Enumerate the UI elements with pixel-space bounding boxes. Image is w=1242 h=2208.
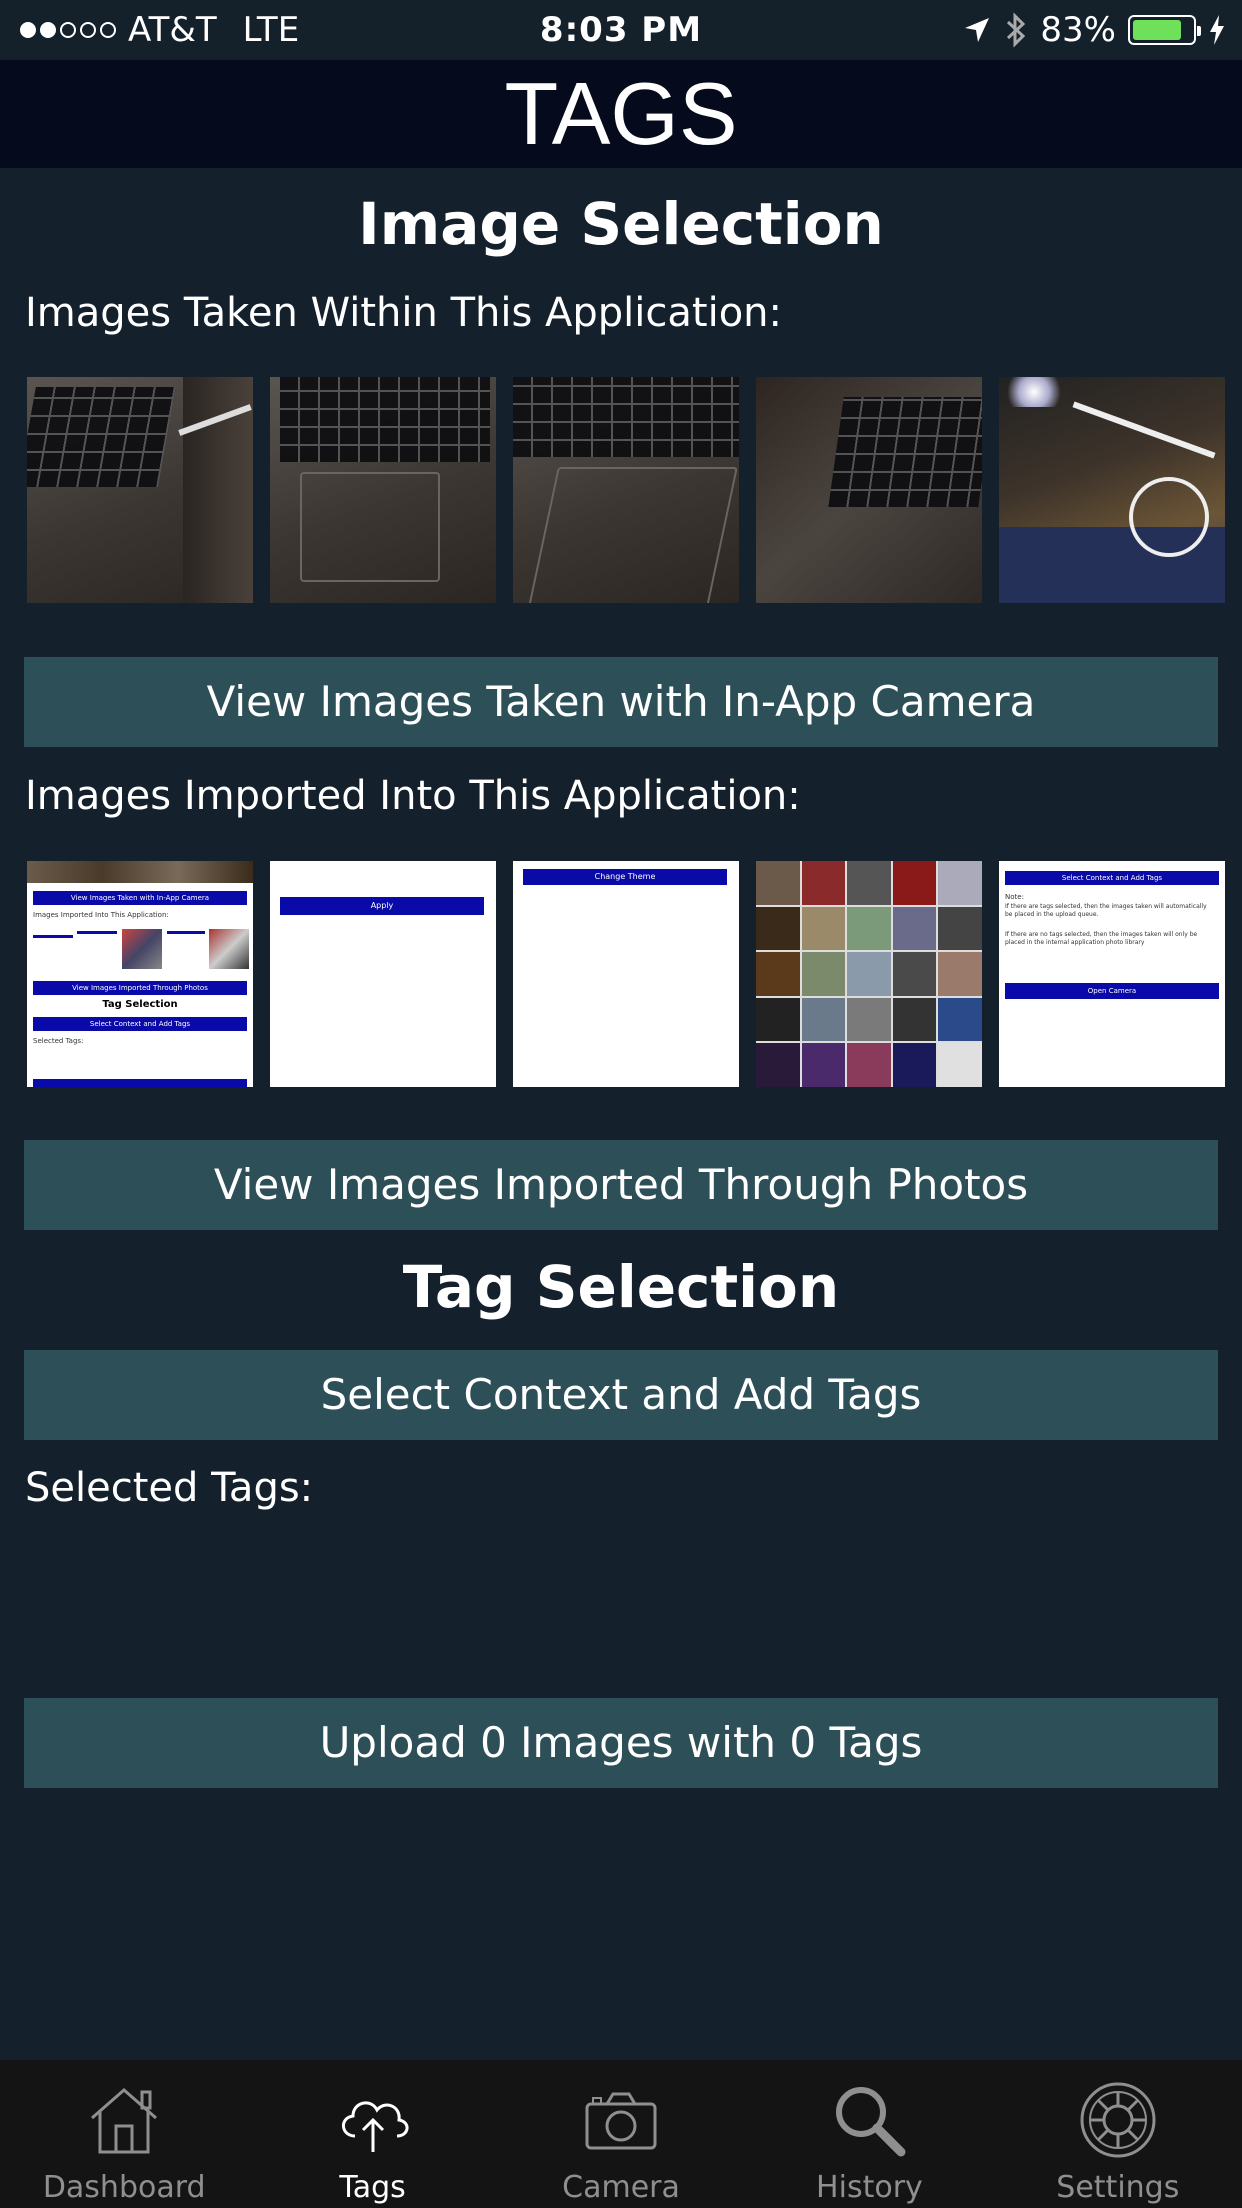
camera-thumbnail[interactable]	[513, 377, 739, 603]
camera-thumbnail[interactable]	[999, 377, 1225, 603]
view-camera-images-button[interactable]: View Images Taken with In-App Camera	[24, 657, 1218, 747]
house-icon	[91, 2088, 158, 2154]
thumb-text: If there are no tags selected, then the …	[1005, 931, 1198, 946]
thumb-text: Tag Selection	[102, 999, 178, 1010]
status-right: 83%	[962, 0, 1226, 60]
tab-dashboard[interactable]: Dashboard	[0, 2060, 248, 2208]
thumb-text: Select Context and Add Tags	[33, 1017, 247, 1031]
thumb-text: Select Context and Add Tags	[1005, 871, 1219, 885]
thumb-text: If there are tags selected, then the ima…	[1005, 903, 1207, 918]
camera-thumbnail[interactable]	[756, 377, 982, 603]
camera-thumbnails	[27, 377, 1225, 603]
imported-thumbnail[interactable]: Select Context and Add Tags Note: If the…	[999, 861, 1225, 1087]
battery-percent: 83%	[1040, 10, 1116, 50]
page-title: TAGS	[0, 60, 1242, 168]
gear-icon	[1080, 2082, 1156, 2158]
battery-icon	[1128, 15, 1201, 45]
select-context-tags-button[interactable]: Select Context and Add Tags	[24, 1350, 1218, 1440]
magnifier-icon	[836, 2087, 906, 2157]
cloud-upload-icon	[341, 2101, 409, 2152]
selected-tags-label: Selected Tags:	[25, 1465, 314, 1511]
tab-label: History	[816, 2170, 923, 2205]
tab-label: Dashboard	[42, 2170, 206, 2205]
imported-thumbnail[interactable]	[756, 861, 982, 1087]
location-arrow-icon	[965, 18, 990, 42]
thumb-text: Note:	[1005, 893, 1024, 901]
tab-camera[interactable]: Camera	[497, 2060, 745, 2208]
image-selection-title: Image Selection	[358, 190, 884, 258]
bluetooth-icon	[1007, 12, 1026, 48]
camera-thumbnail[interactable]	[27, 377, 253, 603]
tab-label: Camera	[562, 2170, 680, 2205]
camera-thumbnail[interactable]	[270, 377, 496, 603]
imported-thumbnail[interactable]: View Images Taken with In-App Camera Ima…	[27, 861, 253, 1087]
tab-history[interactable]: History	[745, 2060, 993, 2208]
thumb-text: Change Theme	[523, 869, 727, 885]
view-imported-images-button[interactable]: View Images Imported Through Photos	[24, 1140, 1218, 1230]
upload-button[interactable]: Upload 0 Images with 0 Tags	[24, 1698, 1218, 1788]
thumb-text: View Images Imported Through Photos	[33, 981, 247, 995]
charging-bolt-icon	[1210, 15, 1224, 45]
camera-images-label: Images Taken Within This Application:	[25, 290, 782, 336]
thumb-text: Apply	[280, 897, 484, 915]
status-bar: AT&T LTE 8:03 PM 83%	[0, 0, 1242, 60]
imported-thumbnail[interactable]: Change Theme	[513, 861, 739, 1087]
imported-thumbnails: View Images Taken with In-App Camera Ima…	[27, 861, 1225, 1087]
tag-selection-title: Tag Selection	[402, 1253, 840, 1321]
imported-thumbnail[interactable]: Apply	[270, 861, 496, 1087]
thumb-text: Images Imported Into This Application:	[33, 911, 169, 919]
camera-icon	[585, 2092, 657, 2150]
tab-tags[interactable]: Tags	[248, 2060, 496, 2208]
thumb-text: Open Camera	[1005, 983, 1219, 999]
tab-label: Tags	[339, 2170, 406, 2205]
tab-settings[interactable]: Settings	[994, 2060, 1242, 2208]
tab-bar: Dashboard Tags Camera History Settings	[0, 2060, 1242, 2208]
imported-images-label: Images Imported Into This Application:	[25, 773, 801, 819]
thumb-text: View Images Taken with In-App Camera	[33, 891, 247, 905]
tab-label: Settings	[1056, 2170, 1180, 2205]
thumb-text: Selected Tags:	[33, 1037, 84, 1045]
